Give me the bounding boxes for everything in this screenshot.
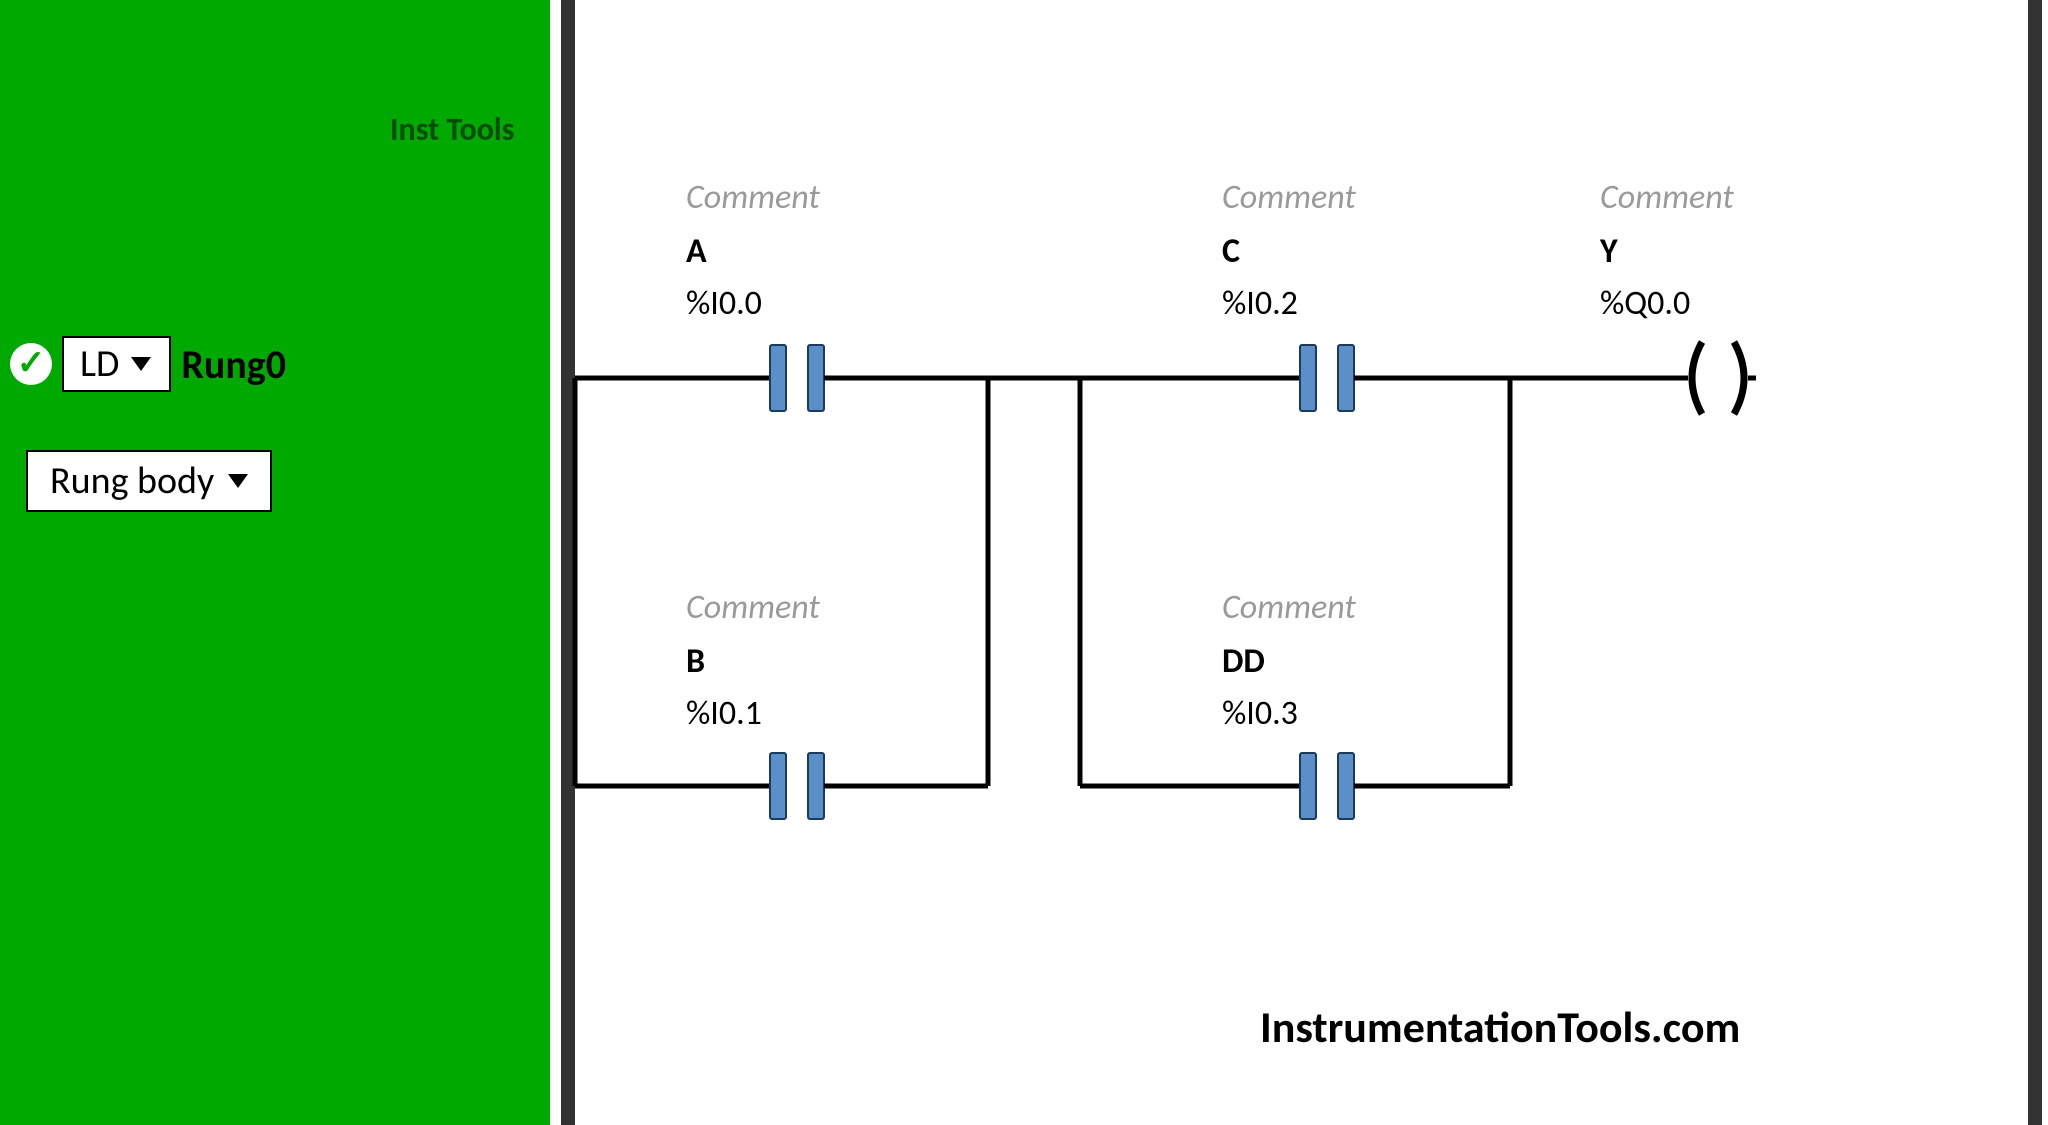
contact-b-label[interactable]: Comment B %I0.1 xyxy=(686,585,820,737)
contact-b-name: B xyxy=(686,639,820,685)
coil-y-comment: Comment xyxy=(1600,175,1734,221)
coil-y-address: %Q0.0 xyxy=(1600,281,1734,327)
contact-dd-comment: Comment xyxy=(1222,585,1356,631)
contact-b-address: %I0.1 xyxy=(686,691,820,737)
contact-dd-name: DD xyxy=(1222,639,1356,685)
contact-dd-symbol xyxy=(1300,753,1354,819)
contact-c-symbol xyxy=(1300,345,1354,411)
contact-c-comment: Comment xyxy=(1222,175,1356,221)
coil-y-name: Y xyxy=(1600,229,1734,275)
contact-a-address: %I0.0 xyxy=(686,281,820,327)
contact-c-name: C xyxy=(1222,229,1356,275)
contact-dd-label[interactable]: Comment DD %I0.3 xyxy=(1222,585,1356,737)
ladder-diagram xyxy=(0,0,2048,1125)
contact-dd-address: %I0.3 xyxy=(1222,691,1356,737)
contact-b-comment: Comment xyxy=(686,585,820,631)
contact-c-address: %I0.2 xyxy=(1222,281,1356,327)
contact-a-name: A xyxy=(686,229,820,275)
contact-b-symbol xyxy=(770,753,824,819)
contact-a-comment: Comment xyxy=(686,175,820,221)
coil-y-label[interactable]: Comment Y %Q0.0 xyxy=(1600,175,1734,327)
contact-a-label[interactable]: Comment A %I0.0 xyxy=(686,175,820,327)
coil-y-symbol xyxy=(1692,342,1744,414)
contact-c-label[interactable]: Comment C %I0.2 xyxy=(1222,175,1356,327)
site-watermark: InstrumentationTools.com xyxy=(1260,1000,1740,1054)
contact-a-symbol xyxy=(770,345,824,411)
